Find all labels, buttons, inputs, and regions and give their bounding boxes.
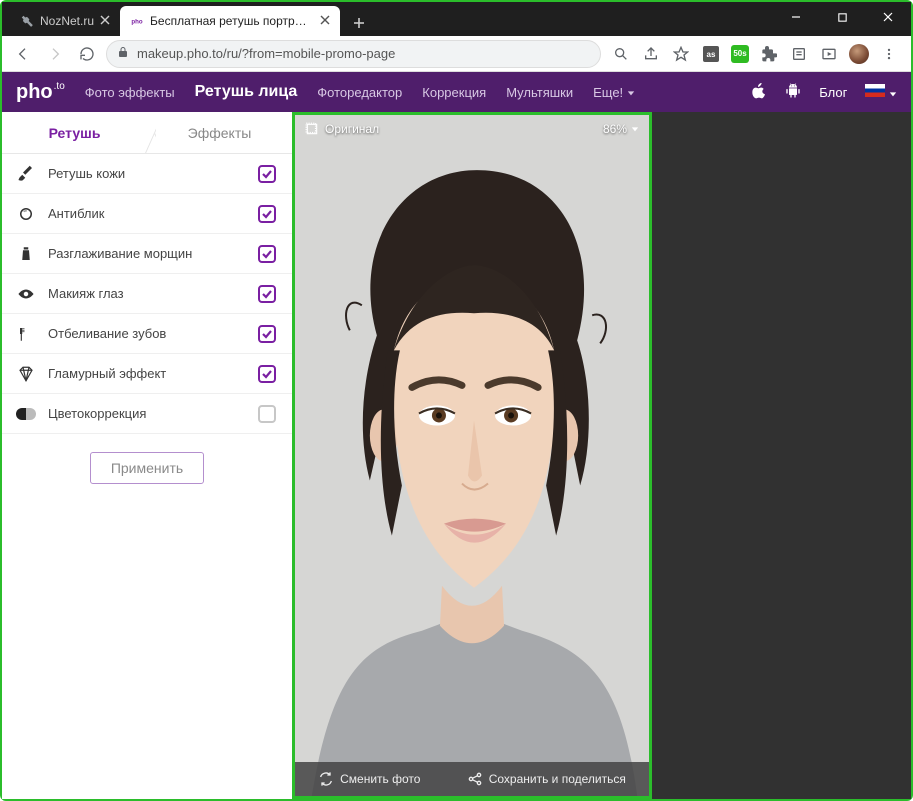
option-label: Отбеливание зубов xyxy=(48,326,246,341)
tab-title: Бесплатная ретушь портретных xyxy=(150,14,308,28)
close-icon[interactable] xyxy=(320,14,330,28)
option-label: Разглаживание морщин xyxy=(48,246,246,261)
brush-icon xyxy=(16,164,36,184)
reading-list-icon[interactable] xyxy=(789,44,809,64)
window-controls xyxy=(773,2,911,32)
option-label: Макияж глаз xyxy=(48,286,246,301)
option-label: Антиблик xyxy=(48,206,246,221)
checkbox[interactable] xyxy=(258,245,276,263)
media-icon[interactable] xyxy=(819,44,839,64)
circle-icon xyxy=(16,204,36,224)
addrbar-actions: as 50s xyxy=(607,44,903,64)
eye-icon xyxy=(16,284,36,304)
back-button[interactable] xyxy=(10,41,36,67)
address-bar: makeup.pho.to/ru/?from=mobile-promo-page… xyxy=(2,36,911,72)
extensions-icon[interactable] xyxy=(759,44,779,64)
option-antiglare[interactable]: Антиблик xyxy=(2,194,292,234)
canvas-bottombar: Сменить фото Сохранить и поделиться xyxy=(295,762,649,796)
wrench-icon xyxy=(20,14,34,28)
option-glamour-effect[interactable]: Гламурный эффект xyxy=(2,354,292,394)
toggle-icon xyxy=(16,404,36,424)
option-skin-retouch[interactable]: Ретушь кожи xyxy=(2,154,292,194)
page-body: Ретушь Эффекты Ретушь кожи Антиблик Разг… xyxy=(2,112,911,799)
option-color-correction[interactable]: Цветокоррекция xyxy=(2,394,292,434)
checkbox[interactable] xyxy=(258,405,276,423)
option-wrinkle-smooth[interactable]: Разглаживание морщин xyxy=(2,234,292,274)
option-label: Гламурный эффект xyxy=(48,366,246,381)
checkbox[interactable] xyxy=(258,325,276,343)
site-logo[interactable]: pho.to xyxy=(16,81,65,104)
url-field[interactable]: makeup.pho.to/ru/?from=mobile-promo-page xyxy=(106,40,601,68)
tube-icon xyxy=(16,244,36,264)
share-icon[interactable] xyxy=(641,44,661,64)
close-window-button[interactable] xyxy=(865,2,911,32)
checkbox[interactable] xyxy=(258,205,276,223)
site-nav: Фото эффекты Ретушь лица Фоторедактор Ко… xyxy=(85,83,635,101)
tab-retouch[interactable]: Ретушь xyxy=(2,112,147,153)
option-eye-makeup[interactable]: Макияж глаз xyxy=(2,274,292,314)
nav-cartoons[interactable]: Мультяшки xyxy=(506,85,573,100)
canvas-area: Оригинал 86% xyxy=(292,112,911,799)
site-header-right: Блог xyxy=(751,82,897,103)
change-photo-button[interactable]: Сменить фото xyxy=(318,771,420,787)
checkbox[interactable] xyxy=(258,365,276,383)
minimize-button[interactable] xyxy=(773,2,819,32)
sidebar: Ретушь Эффекты Ретушь кожи Антиблик Разг… xyxy=(2,112,292,799)
lock-icon xyxy=(117,46,129,61)
apply-button[interactable]: Применить xyxy=(90,452,204,484)
window-titlebar: NozNet.ru pho Бесплатная ретушь портретн… xyxy=(2,2,911,36)
ext-icon-timer[interactable]: 50s xyxy=(731,45,749,63)
nav-more[interactable]: Еще! xyxy=(593,85,635,100)
browser-tab-noznet[interactable]: NozNet.ru xyxy=(10,6,120,36)
option-label: Цветокоррекция xyxy=(48,406,246,421)
site-header: pho.to Фото эффекты Ретушь лица Фотореда… xyxy=(2,72,911,112)
search-icon[interactable] xyxy=(611,44,631,64)
tab-title: NozNet.ru xyxy=(40,14,94,28)
option-label: Ретушь кожи xyxy=(48,166,246,181)
forward-button[interactable] xyxy=(42,41,68,67)
option-teeth-whitening[interactable]: Отбеливание зубов xyxy=(2,314,292,354)
reload-button[interactable] xyxy=(74,41,100,67)
profile-avatar[interactable] xyxy=(849,44,869,64)
save-share-button[interactable]: Сохранить и поделиться xyxy=(467,771,626,787)
menu-icon[interactable] xyxy=(879,44,899,64)
language-flag[interactable] xyxy=(865,84,897,100)
maximize-button[interactable] xyxy=(819,2,865,32)
site-favicon: pho xyxy=(130,14,144,28)
original-toggle[interactable]: Оригинал xyxy=(305,122,379,136)
url-text: makeup.pho.to/ru/?from=mobile-promo-page xyxy=(137,46,395,61)
svg-text:pho: pho xyxy=(131,19,142,26)
close-icon[interactable] xyxy=(100,14,110,28)
ext-icon-as[interactable]: as xyxy=(701,44,721,64)
canvas-empty-area xyxy=(652,112,911,799)
diamond-icon xyxy=(16,364,36,384)
android-icon[interactable] xyxy=(785,82,801,103)
svg-text:as: as xyxy=(707,50,716,59)
nav-face-retouch[interactable]: Ретушь лица xyxy=(195,83,298,101)
checkbox[interactable] xyxy=(258,285,276,303)
checkbox[interactable] xyxy=(258,165,276,183)
apple-icon[interactable] xyxy=(751,82,767,103)
nav-blog[interactable]: Блог xyxy=(819,85,847,100)
canvas-toolbar: Оригинал 86% xyxy=(295,115,649,143)
nav-photo-effects[interactable]: Фото эффекты xyxy=(85,85,175,100)
toothbrush-icon xyxy=(16,324,36,344)
nav-correction[interactable]: Коррекция xyxy=(422,85,486,100)
image-canvas[interactable]: Оригинал 86% xyxy=(292,112,652,799)
nav-photo-editor[interactable]: Фоторедактор xyxy=(317,85,402,100)
browser-tab-phototo[interactable]: pho Бесплатная ретушь портретных xyxy=(120,6,340,36)
star-icon[interactable] xyxy=(671,44,691,64)
tab-effects[interactable]: Эффекты xyxy=(147,112,292,153)
sidebar-tabs: Ретушь Эффекты xyxy=(2,112,292,154)
zoom-indicator[interactable]: 86% xyxy=(603,122,639,136)
new-tab-button[interactable] xyxy=(346,10,372,36)
portrait-image xyxy=(295,115,649,796)
